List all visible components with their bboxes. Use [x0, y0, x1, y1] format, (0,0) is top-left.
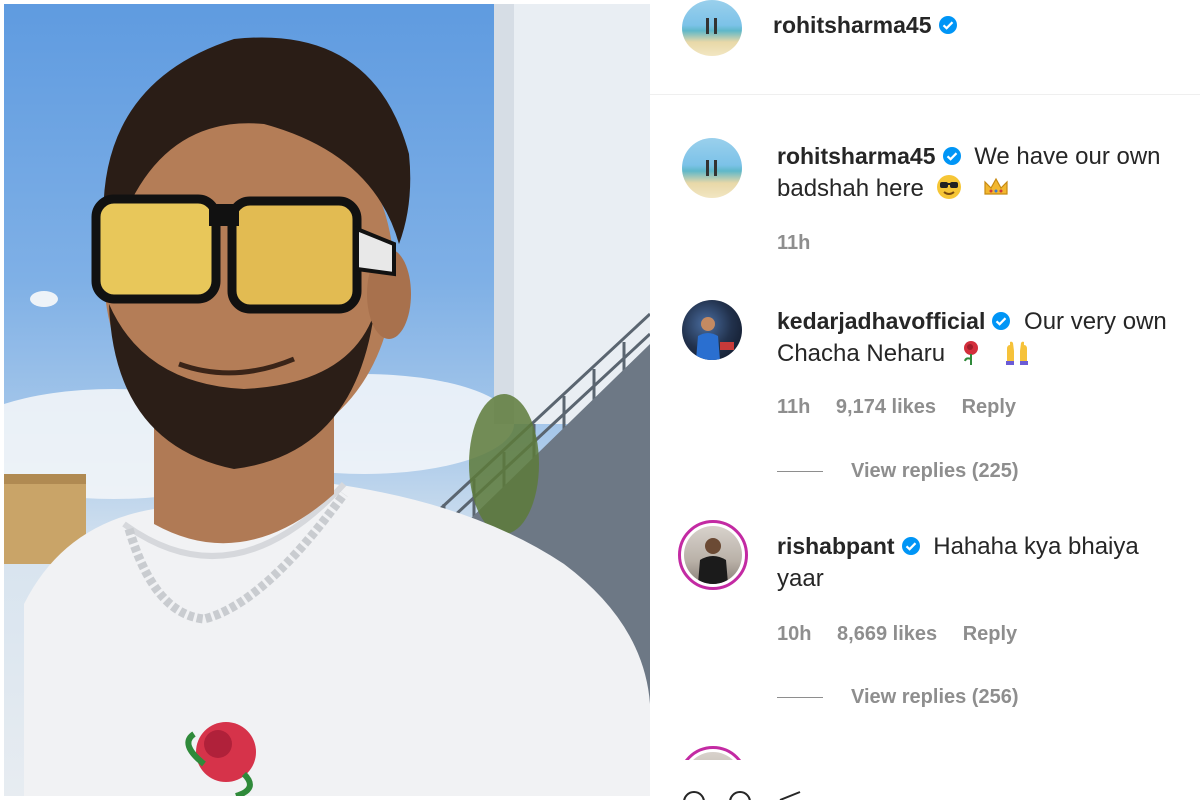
- like-icon: [683, 791, 705, 800]
- raising-hands-icon: [1006, 341, 1029, 365]
- post-author-username[interactable]: rohitsharma45: [773, 12, 932, 38]
- comment-username[interactable]: rohitsharma45: [777, 143, 936, 169]
- comment-likes[interactable]: 8,669 likes: [837, 623, 937, 645]
- comment-avatar[interactable]: [682, 300, 742, 360]
- comment-username[interactable]: kedarjadhavofficial: [777, 308, 985, 334]
- action-icons-strip: [683, 791, 801, 800]
- post-header: rohitsharma45: [650, 0, 1200, 95]
- comment-meta: 11h: [777, 232, 830, 255]
- view-replies[interactable]: View replies (225): [777, 460, 1019, 483]
- share-icon: [779, 791, 801, 800]
- person-photo-icon: [698, 538, 728, 584]
- replies-divider: [777, 697, 823, 699]
- comment-likes[interactable]: 9,174 likes: [836, 396, 936, 418]
- beach-photo-icon: [706, 160, 717, 176]
- comment-username[interactable]: rishabpant: [777, 533, 895, 559]
- beach-photo-icon: [706, 18, 717, 34]
- selfie-illustration: [4, 4, 650, 796]
- reply-button[interactable]: Reply: [962, 396, 1016, 418]
- view-replies-label[interactable]: View replies (256): [851, 686, 1019, 708]
- view-replies[interactable]: View replies (256): [777, 686, 1019, 709]
- comment-time[interactable]: 11h: [777, 232, 810, 254]
- smiling-face-with-sunglasses-icon: [937, 175, 962, 199]
- comment-body: rohitsharma45 We have our own badshah he…: [777, 140, 1197, 205]
- verified-badge-icon: [901, 537, 920, 555]
- comment-avatar-story-ring[interactable]: [678, 520, 748, 590]
- crown-icon: [984, 177, 1008, 195]
- post-photo: [4, 4, 650, 796]
- verified-badge-icon: [938, 16, 957, 34]
- rose-icon: [963, 341, 978, 365]
- replies-divider: [777, 471, 823, 473]
- comments-panel: rohitsharma45 rohitsharma45 We have our …: [650, 0, 1200, 800]
- reply-button[interactable]: Reply: [963, 623, 1017, 645]
- cricketer-photo-icon: [696, 317, 734, 360]
- comment-time[interactable]: 10h: [777, 623, 811, 645]
- verified-badge-icon: [942, 147, 961, 165]
- comment-meta: 10h 8,669 likes Reply: [777, 623, 1037, 646]
- verified-badge-icon: [992, 312, 1011, 330]
- comment-body: rishabpant Hahaha kya bhaiya yaar: [777, 530, 1177, 595]
- comment-icon: [729, 791, 751, 800]
- avatar[interactable]: [682, 0, 742, 56]
- view-replies-label[interactable]: View replies (225): [851, 460, 1019, 482]
- comment-avatar: [684, 526, 742, 584]
- comment-avatar[interactable]: [682, 138, 742, 198]
- comment-body: kedarjadhavofficial Our very own Chacha …: [777, 305, 1197, 370]
- comment-time[interactable]: 11h: [777, 396, 810, 418]
- comment-meta: 11h 9,174 likes Reply: [777, 396, 1036, 419]
